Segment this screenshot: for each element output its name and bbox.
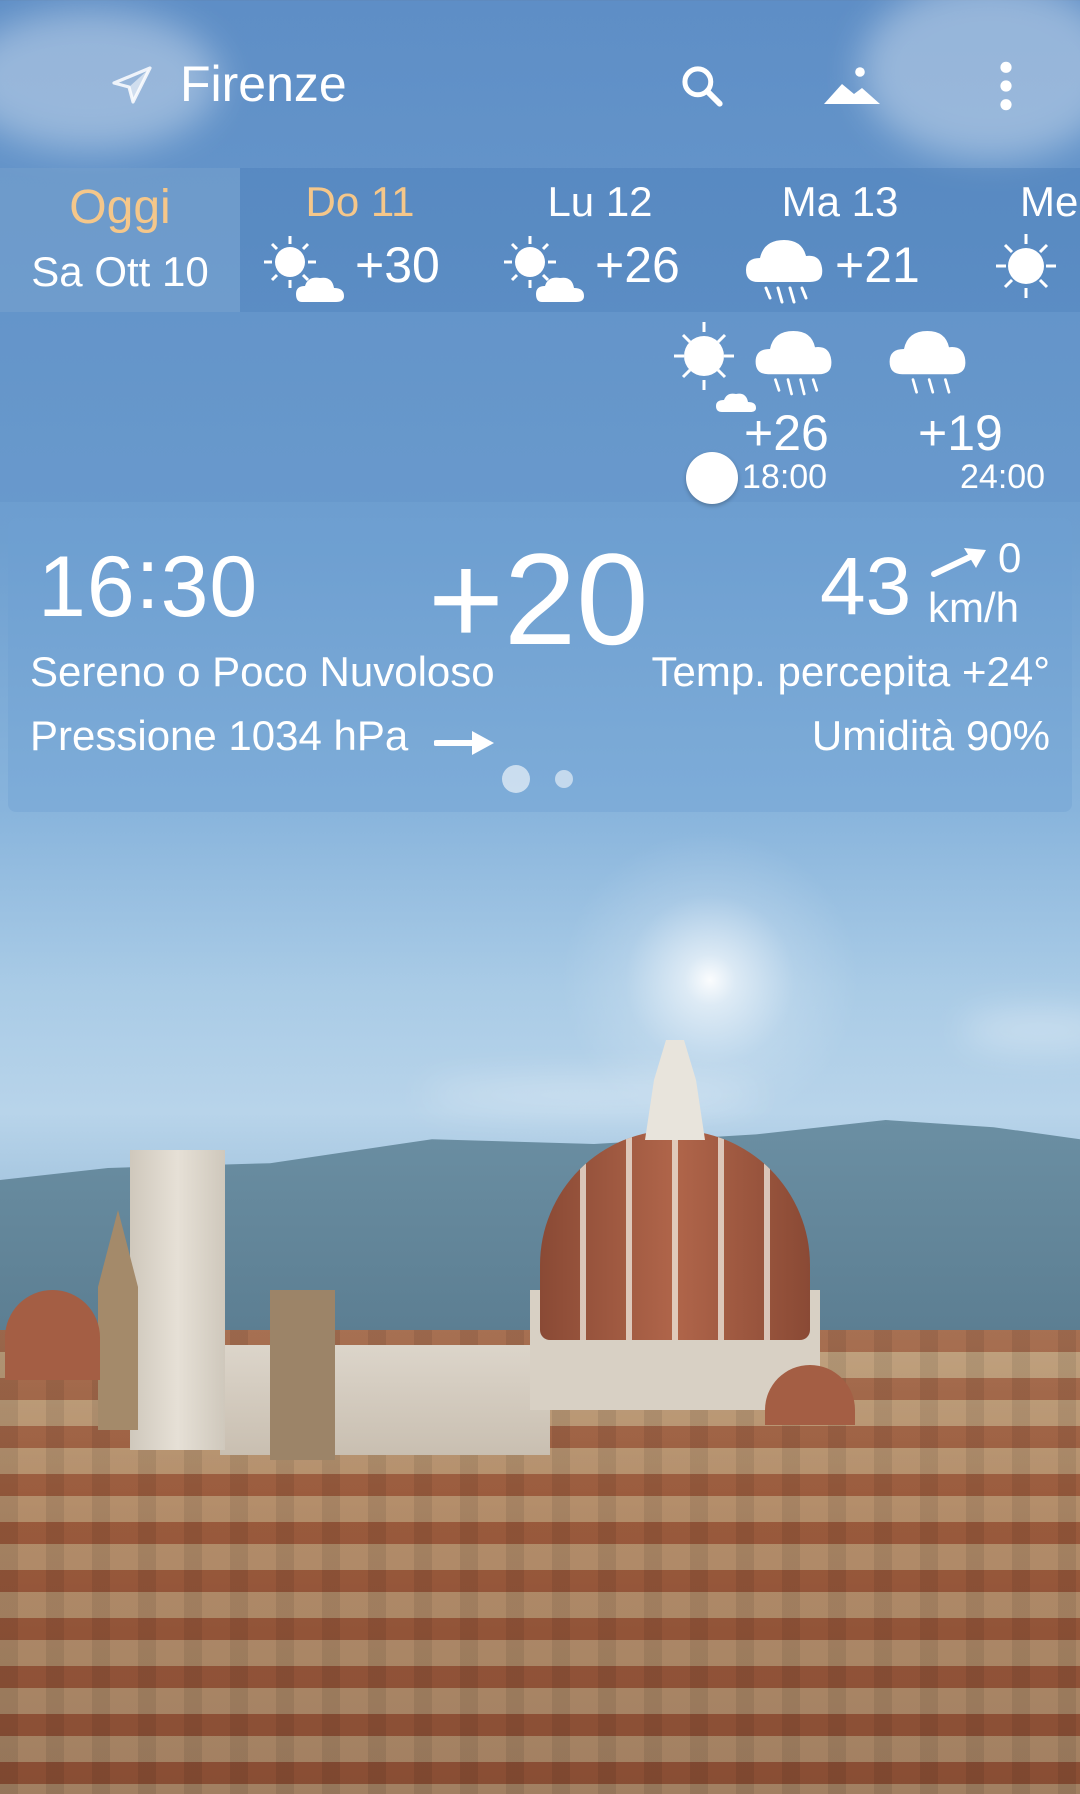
bell-tower	[130, 1150, 225, 1450]
app-bar: Firenze	[0, 0, 1080, 168]
hour-temp: +19	[918, 405, 1003, 461]
day-temp: +30	[355, 237, 440, 293]
day-temp: +21	[835, 237, 920, 293]
small-dome	[5, 1290, 100, 1380]
hour-temp: +26	[744, 405, 829, 461]
overflow-menu-button[interactable]	[976, 56, 1036, 116]
today-label: Oggi	[69, 181, 171, 234]
wind-unit: km/h	[928, 584, 1020, 631]
feels-like: Temp. percepita +24°	[651, 648, 1050, 695]
wind-direction-arrow-icon	[931, 548, 986, 577]
page-indicator-dot[interactable]	[555, 770, 573, 788]
page-indicator-active[interactable]	[502, 765, 530, 793]
condition-text: Sereno o Poco Nuvoloso	[30, 648, 495, 695]
today-date: Sa Ott 10	[31, 248, 209, 295]
pressure: Pressione 1034 hPa	[30, 712, 409, 759]
sun-cloud-icon	[264, 236, 344, 302]
city-name[interactable]: Firenze	[180, 52, 347, 116]
rain-cloud-icon	[746, 240, 823, 304]
humidity: Umidità 90%	[811, 712, 1050, 759]
day-item[interactable]: Do 11 +30	[240, 168, 480, 312]
sun-cloud-icon	[674, 322, 756, 412]
background-button[interactable]	[822, 56, 882, 116]
stone-tower	[270, 1290, 335, 1460]
timeline-slider-handle[interactable]	[686, 452, 738, 504]
day-item[interactable]: Me	[960, 168, 1080, 312]
wind-direction-value: 0	[998, 534, 1022, 581]
daily-forecast-strip[interactable]: Oggi Sa Ott 10 Do 11 +30 Lu 12 +26 Ma 13…	[0, 168, 1080, 312]
current-time: 16:30	[38, 531, 259, 635]
sun-icon	[996, 234, 1056, 298]
day-name: Lu 12	[547, 178, 653, 225]
search-button[interactable]	[672, 56, 732, 116]
hour-time: 18:00	[742, 458, 828, 496]
day-today[interactable]: Oggi Sa Ott 10	[0, 168, 240, 312]
rain-cloud-icon	[889, 331, 966, 394]
location-arrow-icon[interactable]	[108, 62, 156, 110]
day-item[interactable]: Lu 12 +26	[480, 168, 720, 312]
sun-cloud-icon	[504, 236, 584, 302]
day-name: Ma 13	[781, 178, 899, 225]
hourly-forecast[interactable]: +26 18:00 +19 24:00	[0, 312, 1080, 502]
day-item[interactable]: Ma 13 +21	[720, 168, 960, 312]
wind-speed: 43	[820, 541, 912, 632]
hour-time: 24:00	[960, 458, 1046, 496]
pressure-trend-arrow-icon	[434, 731, 494, 755]
current-conditions-card[interactable]: 16:30 +20 43 0 km/h Sereno o Poco Nuvolo…	[8, 518, 1072, 812]
sun-glow	[560, 830, 860, 1130]
day-temp: +26	[595, 237, 680, 293]
landscape-icon	[824, 67, 880, 104]
more-vert-icon	[1000, 61, 1012, 111]
rain-cloud-icon	[755, 331, 832, 396]
cloud-shape	[960, 1010, 1080, 1050]
search-icon	[682, 66, 723, 107]
day-name: Me	[1020, 178, 1079, 225]
day-name: Do 11	[305, 178, 415, 225]
